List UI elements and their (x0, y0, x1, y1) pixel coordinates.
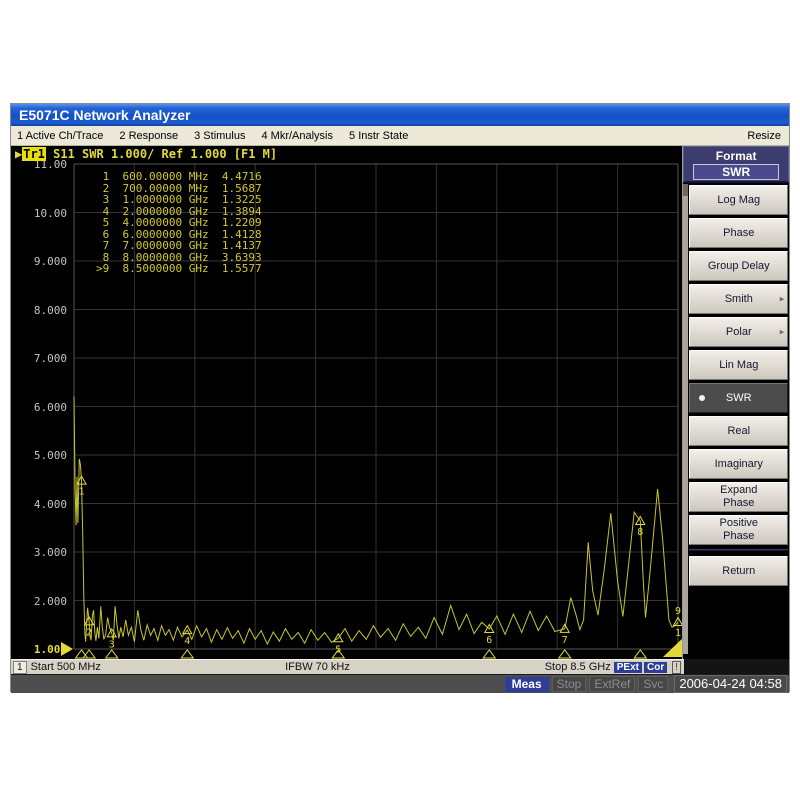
softkey-menu-title: Format (684, 149, 788, 163)
submenu-arrow-icon: ▸ (780, 326, 785, 339)
menu-bar: 1 Active Ch/Trace 2 Response 3 Stimulus 4 M… (11, 126, 789, 146)
status-bar-filler (684, 659, 789, 674)
trace-summary: S11 SWR 1.000/ Ref 1.000 [F1 M] (46, 147, 277, 161)
softkey-menu-value: SWR (693, 164, 779, 180)
status-stop-badge: Stop (552, 676, 587, 692)
marker-6-number: 6 (486, 635, 492, 646)
marker-3-number: 3 (109, 639, 115, 650)
trace-name-badge[interactable]: Tr1 (22, 147, 46, 161)
status-extref-badge: ExtRef (589, 676, 635, 692)
softkey-swr[interactable]: SWR (689, 383, 788, 413)
softkey-buttons: Log MagPhaseGroup DelaySmith▸Polar▸Lin M… (689, 185, 788, 589)
softkey-return[interactable]: Return (689, 556, 788, 586)
submenu-arrow-icon: ▸ (780, 293, 785, 306)
y-tick-label: 2.000 (11, 595, 67, 608)
marker-table-row: 5 4.0000000 GHz 1.2209 (96, 217, 262, 229)
y-tick-label: 4.000 (11, 498, 67, 511)
menu-items: 1 Active Ch/Trace 2 Response 3 Stimulus 4 M… (17, 130, 424, 142)
y-axis-labels: 11.0010.009.0008.0007.0006.0005.0004.000… (11, 146, 69, 659)
menu-item-1[interactable]: 1 Active Ch/Trace (17, 130, 103, 142)
softkey-expand-phase[interactable]: Expand Phase (689, 482, 788, 512)
analyzer-window: E5071C Network Analyzer 1 Active Ch/Trac… (10, 103, 790, 692)
marker-7-stimulus-icon (559, 650, 571, 658)
softkey-imaginary[interactable]: Imaginary (689, 449, 788, 479)
menu-item-5[interactable]: 5 Instr State (349, 130, 408, 142)
marker-8-number: 8 (637, 527, 643, 538)
stimulus-status-left: 1 Start 500 MHz IFBW 70 kHz Stop 8.5 GHz… (11, 659, 684, 674)
softkey-positive-phase[interactable]: Positive Phase (689, 515, 788, 545)
y-tick-label: 3.000 (11, 546, 67, 559)
marker-6-stimulus-icon (483, 650, 495, 658)
trace-header: ▶Tr1 S11 SWR 1.000/ Ref 1.000 [F1 M] (15, 147, 277, 161)
ifbw-label: IFBW 70 kHz (11, 661, 624, 673)
softkey-scrollbar-thumb[interactable] (683, 184, 688, 196)
menu-item-2[interactable]: 2 Response (119, 130, 178, 142)
softkey-group-delay[interactable]: Group Delay (689, 251, 788, 281)
status-svc-badge: Svc (638, 676, 668, 692)
active-marker-stimulus-icon (663, 636, 682, 657)
softkey-real[interactable]: Real (689, 416, 788, 446)
menu-item-4[interactable]: 4 Mkr/Analysis (261, 130, 333, 142)
softkey-separator (689, 549, 788, 551)
marker-table-row: 1 600.00000 MHz 4.4716 (96, 171, 262, 183)
marker-table-row: 3 1.0000000 GHz 1.3225 (96, 194, 262, 206)
warning-badge: ! (672, 661, 681, 674)
softkey-sidebar: Format SWR Log MagPhaseGroup DelaySmith▸… (682, 146, 789, 659)
softkey-scrollbar[interactable] (683, 184, 688, 654)
meas-status-badge: Meas (505, 677, 549, 692)
trace-edge-tag: 1 (675, 628, 681, 639)
instrument-status-bar: Meas StopExtRefSvc 2006-04-24 04:58 (11, 674, 789, 693)
marker-2-number: 2 (86, 627, 92, 638)
marker-1-number: 1 (79, 487, 85, 498)
y-tick-label: 5.000 (11, 449, 67, 462)
menu-item-3[interactable]: 3 Stimulus (194, 130, 245, 142)
marker-3-stimulus-icon (106, 650, 118, 658)
softkey-lin-mag[interactable]: Lin Mag (689, 350, 788, 380)
marker-table-row: >9 8.5000000 GHz 1.5577 (96, 263, 262, 275)
y-tick-label: 8.000 (11, 304, 67, 317)
window-title: E5071C Network Analyzer (19, 107, 190, 123)
status-flag-cor: Cor (644, 662, 667, 673)
selected-bullet-icon (699, 395, 705, 401)
marker-table: 1 600.00000 MHz 4.4716 2 700.00000 MHz 1… (96, 171, 262, 275)
softkey-menu-header: Format SWR (683, 146, 789, 183)
y-tick-label: 1.000 (11, 643, 67, 656)
softkey-polar[interactable]: Polar▸ (689, 317, 788, 347)
datetime-display: 2006-04-24 04:58 (674, 675, 787, 693)
measurement-screen: ▶Tr1 S11 SWR 1.000/ Ref 1.000 [F1 M] 1 1.… (11, 146, 682, 659)
y-tick-label: 6.000 (11, 401, 67, 414)
stimulus-status-bar: 1 Start 500 MHz IFBW 70 kHz Stop 8.5 GHz… (11, 659, 789, 674)
softkey-smith[interactable]: Smith▸ (689, 284, 788, 314)
inactive-status-badges: StopExtRefSvc (552, 675, 672, 693)
y-tick-label: 10.00 (11, 207, 67, 220)
marker-4-number: 4 (184, 636, 190, 647)
resize-menu-item[interactable]: Resize (747, 130, 781, 142)
y-tick-label: 7.000 (11, 352, 67, 365)
marker-4-stimulus-icon (181, 650, 193, 658)
marker-table-row: 7 7.0000000 GHz 1.4137 (96, 240, 262, 252)
marker-8-stimulus-icon (634, 650, 646, 658)
marker-9-number: 9 (675, 606, 681, 617)
softkey-log-mag[interactable]: Log Mag (689, 185, 788, 215)
y-tick-label: 9.000 (11, 255, 67, 268)
marker-7-number: 7 (562, 635, 568, 646)
softkey-phase[interactable]: Phase (689, 218, 788, 248)
main-area: ▶Tr1 S11 SWR 1.000/ Ref 1.000 [F1 M] 1 1.… (11, 146, 789, 659)
window-titlebar[interactable]: E5071C Network Analyzer (11, 104, 789, 126)
